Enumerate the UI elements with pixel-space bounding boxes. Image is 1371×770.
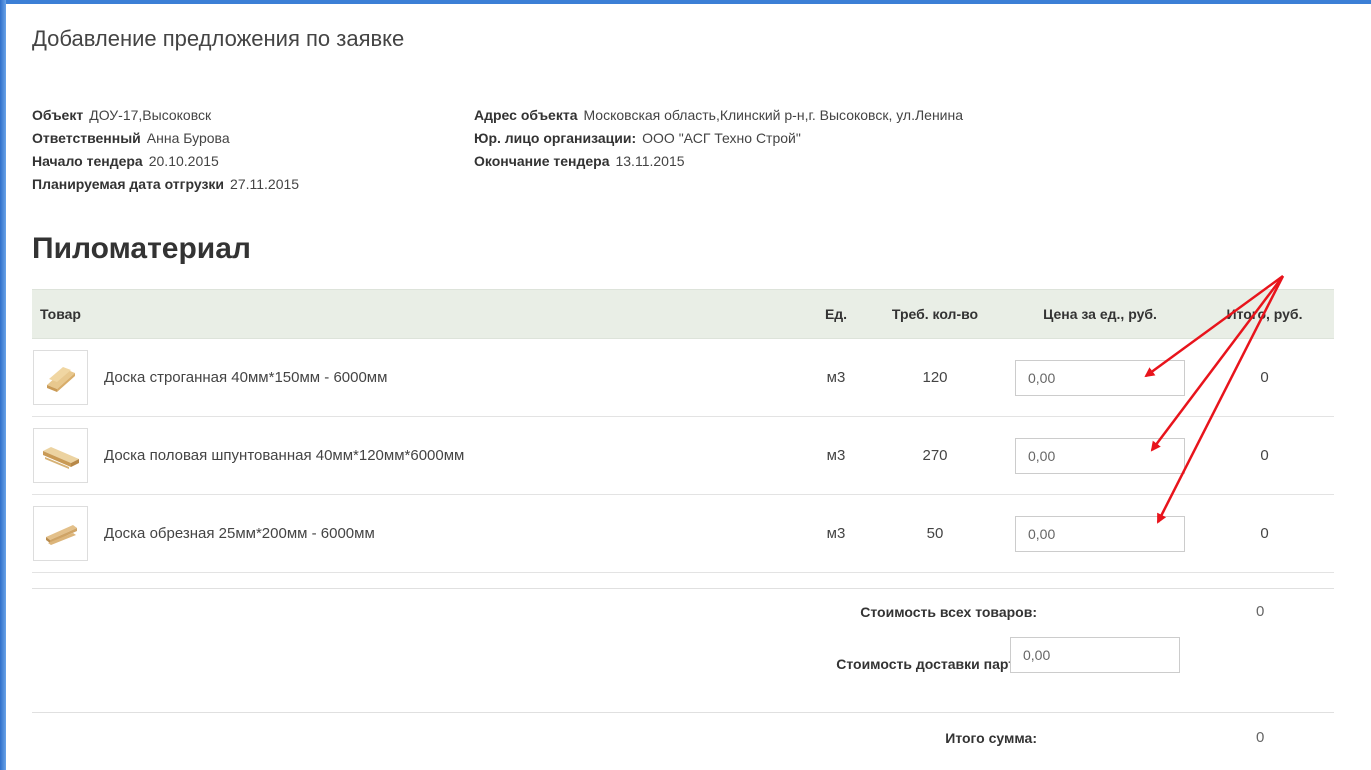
info-tender-start: Начало тендера 20.10.2015 (32, 153, 219, 169)
summary-divider (32, 712, 1334, 713)
total-cell: 0 (1195, 338, 1334, 417)
table-header-row: Товар Ед. Треб. кол-во Цена за ед., руб.… (32, 289, 1334, 339)
product-cell: Доска строганная 40мм*150мм - 6000мм (33, 350, 806, 405)
goods-table: Товар Ед. Треб. кол-во Цена за ед., руб.… (32, 289, 1334, 573)
info-address: Адрес объекта Московская область,Клинский… (474, 107, 964, 123)
order-info-left: Объект ДОУ-17,Высоковск Ответственный Анна… (32, 104, 299, 196)
delivery-label: Стоимость доставки партии: (836, 656, 1037, 672)
header-product: Товар (32, 289, 807, 339)
price-input[interactable] (1015, 359, 1185, 396)
header-unit-price: Цена за ед., руб. (1005, 289, 1195, 339)
qty-cell: 270 (865, 416, 1005, 495)
info-object: Объект ДОУ-17,Высоковск (32, 107, 212, 123)
section-title: Пиломатериал (32, 232, 251, 265)
product-cell: Доска обрезная 25мм*200мм - 6000мм (33, 506, 806, 561)
total-sum-value: 0 (1256, 729, 1265, 746)
product-name: Доска обрезная 25мм*200мм - 6000мм (104, 525, 375, 542)
total-cell: 0 (1195, 494, 1334, 573)
qty-cell: 120 (865, 338, 1005, 417)
price-input[interactable] (1015, 515, 1185, 552)
page-title: Добавление предложения по заявке (32, 26, 405, 51)
info-legal-entity: Юр. лицо организации: ООО "АСГ Техно Стро… (474, 130, 801, 146)
delivery-cost-input[interactable] (1010, 637, 1180, 673)
qty-cell: 50 (865, 494, 1005, 573)
price-input[interactable] (1015, 437, 1185, 474)
info-responsible: Ответственный Анна Бурова (32, 130, 230, 146)
header-total: Итого, руб. (1195, 289, 1334, 339)
unit-cell: м3 (807, 338, 865, 417)
all-goods-value: 0 (1256, 603, 1265, 620)
table-row: Доска обрезная 25мм*200мм - 6000мм м3 50… (32, 494, 1334, 573)
info-shipment-date: Планируемая дата отгрузки 27.11.2015 (32, 176, 300, 192)
unit-cell: м3 (807, 494, 865, 573)
total-cell: 0 (1195, 416, 1334, 495)
wood-plank-icon (33, 506, 88, 561)
table-row: Доска половая шпунтованная 40мм*120мм*60… (32, 416, 1334, 495)
product-name: Доска строганная 40мм*150мм - 6000мм (104, 369, 388, 386)
header-unit: Ед. (807, 289, 865, 339)
all-goods-label: Стоимость всех товаров: (860, 604, 1037, 620)
wood-plank-icon (33, 350, 88, 405)
wood-plank-icon (33, 428, 88, 483)
header-quantity: Треб. кол-во (865, 289, 1005, 339)
product-name: Доска половая шпунтованная 40мм*120мм*60… (104, 447, 465, 464)
info-tender-end: Окончание тендера 13.11.2015 (474, 153, 685, 169)
total-sum-label: Итого сумма: (945, 730, 1037, 746)
unit-cell: м3 (807, 416, 865, 495)
order-info-right: Адрес объекта Московская область,Клинский… (474, 104, 963, 173)
summary-divider (32, 588, 1334, 589)
table-row: Доска строганная 40мм*150мм - 6000мм м3 … (32, 338, 1334, 417)
product-cell: Доска половая шпунтованная 40мм*120мм*60… (33, 428, 806, 483)
